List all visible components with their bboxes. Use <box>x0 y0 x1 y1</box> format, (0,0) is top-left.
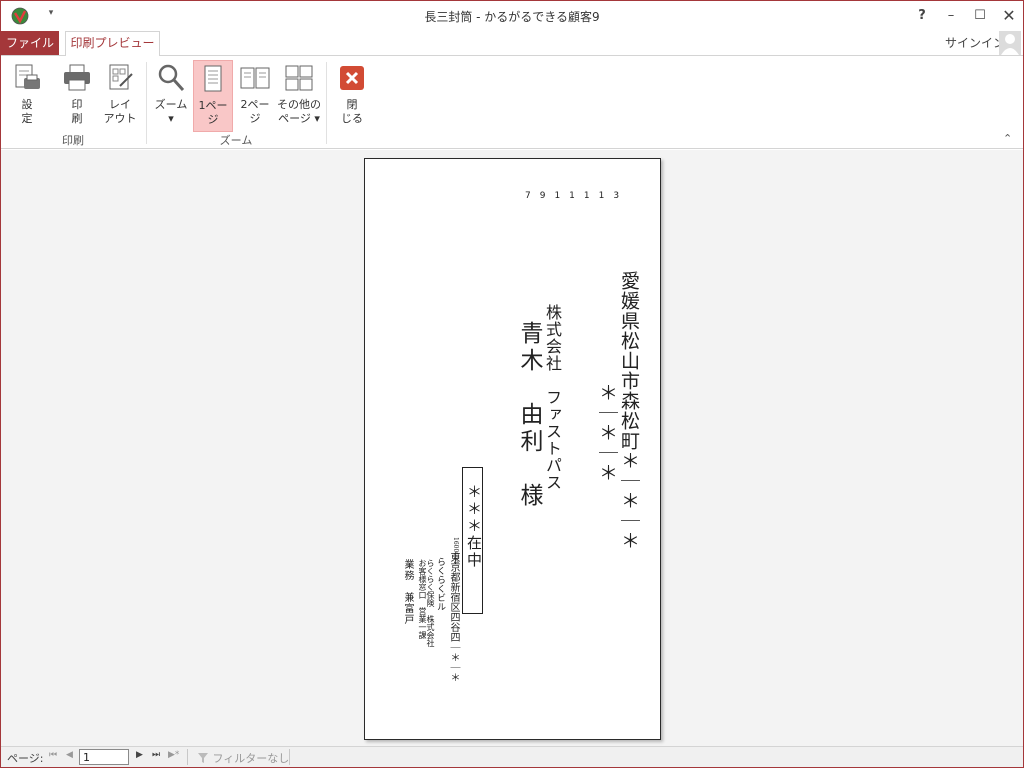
print-label: 印 刷 <box>71 98 83 125</box>
layout-icon <box>109 64 133 90</box>
layout-label: レイ アウト <box>103 98 137 125</box>
two-page-button[interactable]: 2ペー ジ <box>237 60 273 132</box>
record-navigation-bar: ページ: ⏮ ◀ ▶ ⏭ ▶* フィルターなし <box>1 746 1023 767</box>
prev-page-icon[interactable]: ◀ <box>66 750 73 760</box>
close-preview-label: 閉 じる <box>341 98 363 125</box>
first-page-icon[interactable]: ⏮ <box>49 750 57 760</box>
window-title: 長三封筒 - かるがるできる顧客9 <box>424 10 600 24</box>
app-logo-icon[interactable] <box>11 7 29 25</box>
tab-print-preview[interactable]: 印刷プレビュー <box>65 31 160 56</box>
status-divider <box>289 749 290 765</box>
last-page-icon[interactable]: ⏭ <box>152 750 160 760</box>
print-preview-area[interactable]: 7911113 愛媛県松山市森松町＊｜＊｜＊ ＊｜＊｜＊ 株式会社 ファストパス… <box>1 150 1023 746</box>
ribbon: 設 定 印 刷 レイ アウト 印刷 ズーム ▾ 1ペー ジ 2ペー ジ その他の… <box>1 55 1023 149</box>
recipient-name: 青木 由利 様 <box>516 321 542 510</box>
more-pages-button[interactable]: その他の ページ ▾ <box>275 60 323 132</box>
sender-department: お客様窓口 営業一課 <box>418 559 427 639</box>
page-label: ページ: <box>7 752 44 765</box>
close-preview-button[interactable]: 閉 じる <box>333 60 371 132</box>
postal-code: 7911113 <box>525 191 629 201</box>
zoom-label: ズーム ▾ <box>154 98 188 125</box>
print-group-label: 印刷 <box>62 134 84 147</box>
maximize-button[interactable]: ☐ <box>967 4 993 28</box>
more-pages-label: その他の ページ ▾ <box>277 98 321 125</box>
tab-file[interactable]: ファイル <box>1 31 59 55</box>
page-setup-button[interactable]: 設 定 <box>7 60 47 132</box>
next-page-icon[interactable]: ▶ <box>136 750 143 760</box>
close-preview-icon <box>340 66 364 90</box>
sender-role: 業務 兼富戸 <box>402 559 413 625</box>
print-button[interactable]: 印 刷 <box>57 60 97 132</box>
minimize-button[interactable]: – <box>938 4 964 28</box>
filter-indicator[interactable]: フィルターなし <box>197 750 289 766</box>
collapse-ribbon-icon[interactable]: ⌃ <box>1003 132 1012 145</box>
ribbon-divider <box>326 62 327 144</box>
page-number-input[interactable] <box>79 749 129 765</box>
two-page-label: 2ペー ジ <box>240 98 270 125</box>
printer-icon <box>64 64 90 91</box>
filter-label: フィルターなし <box>212 752 290 765</box>
funnel-icon <box>198 753 208 763</box>
new-record-icon[interactable]: ▶* <box>168 750 179 760</box>
signin-link[interactable]: サインイン <box>945 34 1005 51</box>
zoom-group-label: ズーム <box>219 134 253 147</box>
avatar[interactable] <box>999 31 1021 55</box>
close-window-button[interactable]: ✕ <box>996 4 1022 28</box>
quick-access-dropdown-icon[interactable]: ▾ <box>45 8 57 18</box>
multi-page-icon <box>285 65 313 91</box>
page-setup-label: 設 定 <box>21 98 33 125</box>
address-line-2: ＊｜＊｜＊ <box>596 383 618 483</box>
one-page-button[interactable]: 1ペー ジ <box>193 60 233 132</box>
one-page-label: 1ペー ジ <box>198 99 228 126</box>
one-page-icon <box>204 65 222 92</box>
layout-button[interactable]: レイ アウト <box>100 60 140 132</box>
magnifier-icon <box>158 64 185 92</box>
app-window: ▾ 長三封筒 - かるがるできる顧客9 ? – ☐ ✕ ファイル 印刷プレビュー… <box>0 0 1024 768</box>
ribbon-tabs: ファイル 印刷プレビュー サインイン <box>1 31 1023 56</box>
page-setup-icon <box>15 64 40 89</box>
envelope-page: 7911113 愛媛県松山市森松町＊｜＊｜＊ ＊｜＊｜＊ 株式会社 ファストパス… <box>364 158 661 740</box>
two-page-icon <box>240 67 270 89</box>
status-divider <box>187 749 188 765</box>
help-button[interactable]: ? <box>909 4 935 28</box>
user-icon <box>1001 34 1019 55</box>
enclosure-stamp-text: ＊＊＊在中 <box>465 484 483 569</box>
enclosure-stamp: ＊＊＊在中 <box>462 467 483 614</box>
title-bar: ▾ 長三封筒 - かるがるできる顧客9 ? – ☐ ✕ <box>1 1 1023 31</box>
sender-address: 東京都新宿区四谷四｜＊｜＊ <box>448 552 459 682</box>
zoom-button[interactable]: ズーム ▾ <box>151 60 191 132</box>
